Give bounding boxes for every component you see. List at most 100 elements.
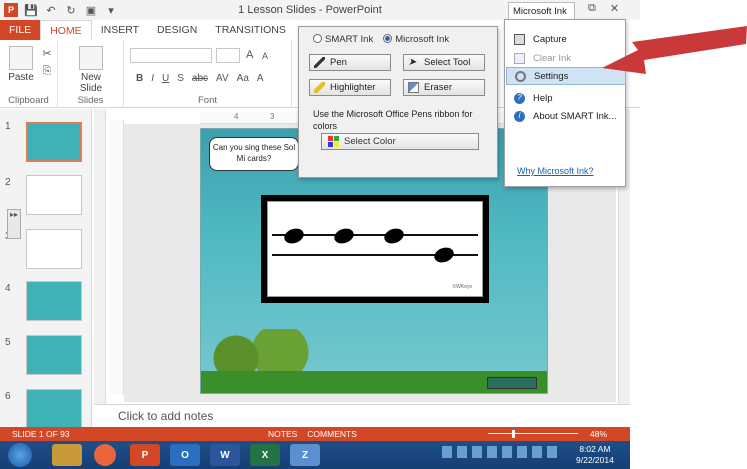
select-tool-label: Select Tool (424, 57, 471, 68)
notes-pane[interactable]: Click to add notes (94, 404, 630, 426)
new-slide-label-2: Slide (79, 83, 103, 94)
zoom-slider[interactable] (488, 433, 578, 434)
menu-item-label: Help (533, 92, 553, 104)
copy-icon[interactable]: ⎘ (40, 64, 54, 78)
excel-taskbar-icon[interactable]: X (250, 444, 280, 466)
tray-icon[interactable] (472, 446, 482, 458)
info-icon: i (514, 110, 525, 122)
tab-file[interactable]: FILE (0, 20, 41, 40)
slide-thumbnail[interactable] (26, 281, 82, 321)
microsoft-ink-radio[interactable]: Microsoft Ink (383, 34, 449, 45)
slide-thumbnail[interactable] (26, 335, 82, 375)
chrome-icon[interactable] (94, 444, 116, 466)
pen-label: Pen (330, 57, 347, 68)
clipboard-label: Clipboard (8, 95, 49, 106)
capture-icon (514, 33, 525, 45)
radio-on-icon (383, 34, 393, 43)
help-icon: ? (514, 92, 525, 104)
tab-insert[interactable]: INSERT (92, 20, 148, 40)
gear-icon (515, 70, 526, 82)
tab-transitions[interactable]: TRANSITIONS (206, 20, 295, 40)
select-color-button[interactable]: Select Color (321, 133, 479, 150)
tab-design[interactable]: DESIGN (148, 20, 206, 40)
underline-button[interactable]: U (162, 73, 169, 84)
powerpoint-taskbar-icon[interactable]: P (130, 444, 160, 466)
tray-icon[interactable] (487, 446, 497, 458)
menu-item-about[interactable]: i About SMART Ink... (506, 107, 626, 125)
menu-item-help[interactable]: ? Help (506, 89, 626, 107)
change-case-button[interactable]: Aa (237, 73, 249, 84)
font-name-field[interactable] (130, 48, 212, 63)
font-size-field[interactable] (216, 48, 240, 63)
ink-tools-dialog: SMART Ink Microsoft Ink Pen ➤ Select Too… (298, 26, 498, 178)
clear-ink-icon (514, 52, 525, 64)
music-staff: ©WKeys (267, 201, 483, 297)
start-button-icon[interactable] (8, 443, 32, 467)
thumbnails-scrollbar[interactable] (94, 109, 106, 409)
system-tray (442, 446, 557, 458)
bold-button[interactable]: B (136, 73, 143, 84)
word-taskbar-icon[interactable]: W (210, 444, 240, 466)
why-microsoft-ink-link[interactable]: Why Microsoft Ink? (517, 166, 594, 176)
file-explorer-icon[interactable] (52, 444, 82, 466)
select-tool-button[interactable]: ➤ Select Tool (403, 54, 485, 71)
speech-bubble[interactable]: Can you sing these Sol Mi cards? (209, 137, 299, 171)
music-note-mi (432, 245, 456, 265)
menu-item-label: About SMART Ink... (533, 110, 617, 122)
format-buttons: B I U S abc AV Aa A (136, 73, 264, 84)
zoom-level[interactable]: 48% (590, 429, 607, 439)
tray-icon[interactable] (457, 446, 467, 458)
microsoft-ink-tab[interactable]: Microsoft Ink (508, 2, 575, 19)
highlighter-button[interactable]: Highlighter (309, 79, 391, 96)
tab-home[interactable]: HOME (40, 20, 92, 40)
thumbnail-number: 6 (5, 391, 11, 402)
eraser-button[interactable]: Eraser (403, 79, 485, 96)
tray-icon[interactable] (442, 446, 452, 458)
smart-ink-radio[interactable]: SMART Ink (313, 34, 373, 45)
font-color-button[interactable]: A (257, 73, 264, 84)
card-credit: ©WKeys (452, 284, 472, 290)
new-slide-label: New (80, 72, 101, 83)
slide-nav-arrows[interactable] (487, 377, 537, 389)
tray-icon[interactable] (547, 446, 557, 458)
smart-notebook-taskbar-icon[interactable]: Z (290, 444, 320, 466)
paste-icon (9, 46, 33, 70)
music-note-sol (332, 226, 356, 246)
outlook-taskbar-icon[interactable]: O (170, 444, 200, 466)
music-note-sol (382, 226, 406, 246)
shadow-button[interactable]: S (177, 73, 184, 84)
color-grid-icon (328, 136, 339, 147)
music-staff-card[interactable]: ©WKeys (261, 195, 489, 303)
pane-toggle-button[interactable]: ▸▸ (7, 209, 21, 239)
close-icon[interactable]: ✕ (610, 2, 619, 15)
notes-button[interactable]: NOTES (268, 429, 297, 439)
strikethrough-button[interactable]: abc (192, 73, 208, 84)
slide-thumbnail[interactable] (26, 122, 82, 162)
highlighter-label: Highlighter (330, 82, 376, 93)
cut-icon[interactable]: ✂ (40, 46, 54, 60)
restore-icon[interactable]: ⧉ (588, 2, 596, 15)
ruler-mark: 3 (270, 112, 275, 121)
slide-thumbnail[interactable] (26, 389, 82, 429)
slides-group: New Slide Slides (58, 40, 124, 108)
tray-icon[interactable] (532, 446, 542, 458)
slide-thumbnail[interactable] (26, 229, 82, 269)
radio-off-icon (313, 34, 322, 43)
paste-button[interactable]: Paste (4, 46, 38, 83)
shrink-font-button[interactable]: A (262, 51, 268, 61)
italic-button[interactable]: I (151, 73, 154, 84)
comments-button[interactable]: COMMENTS (307, 429, 357, 439)
tray-icon[interactable] (517, 446, 527, 458)
notes-placeholder: Click to add notes (118, 409, 214, 423)
font-label: Font (197, 95, 217, 106)
slide-thumbnail[interactable] (26, 175, 82, 215)
pen-button[interactable]: Pen (309, 54, 391, 71)
ink-colors-note: Use the Microsoft Office Pens ribbon for… (313, 109, 473, 131)
music-note-sol (282, 226, 306, 246)
system-clock[interactable]: 8:02 AM 9/22/2014 (576, 444, 614, 466)
tray-icon[interactable] (502, 446, 512, 458)
new-slide-button[interactable]: New Slide (74, 46, 108, 94)
grow-font-button[interactable]: A (246, 49, 253, 61)
spacing-button[interactable]: AV (216, 73, 229, 84)
zoom-slider-thumb[interactable] (512, 430, 515, 438)
